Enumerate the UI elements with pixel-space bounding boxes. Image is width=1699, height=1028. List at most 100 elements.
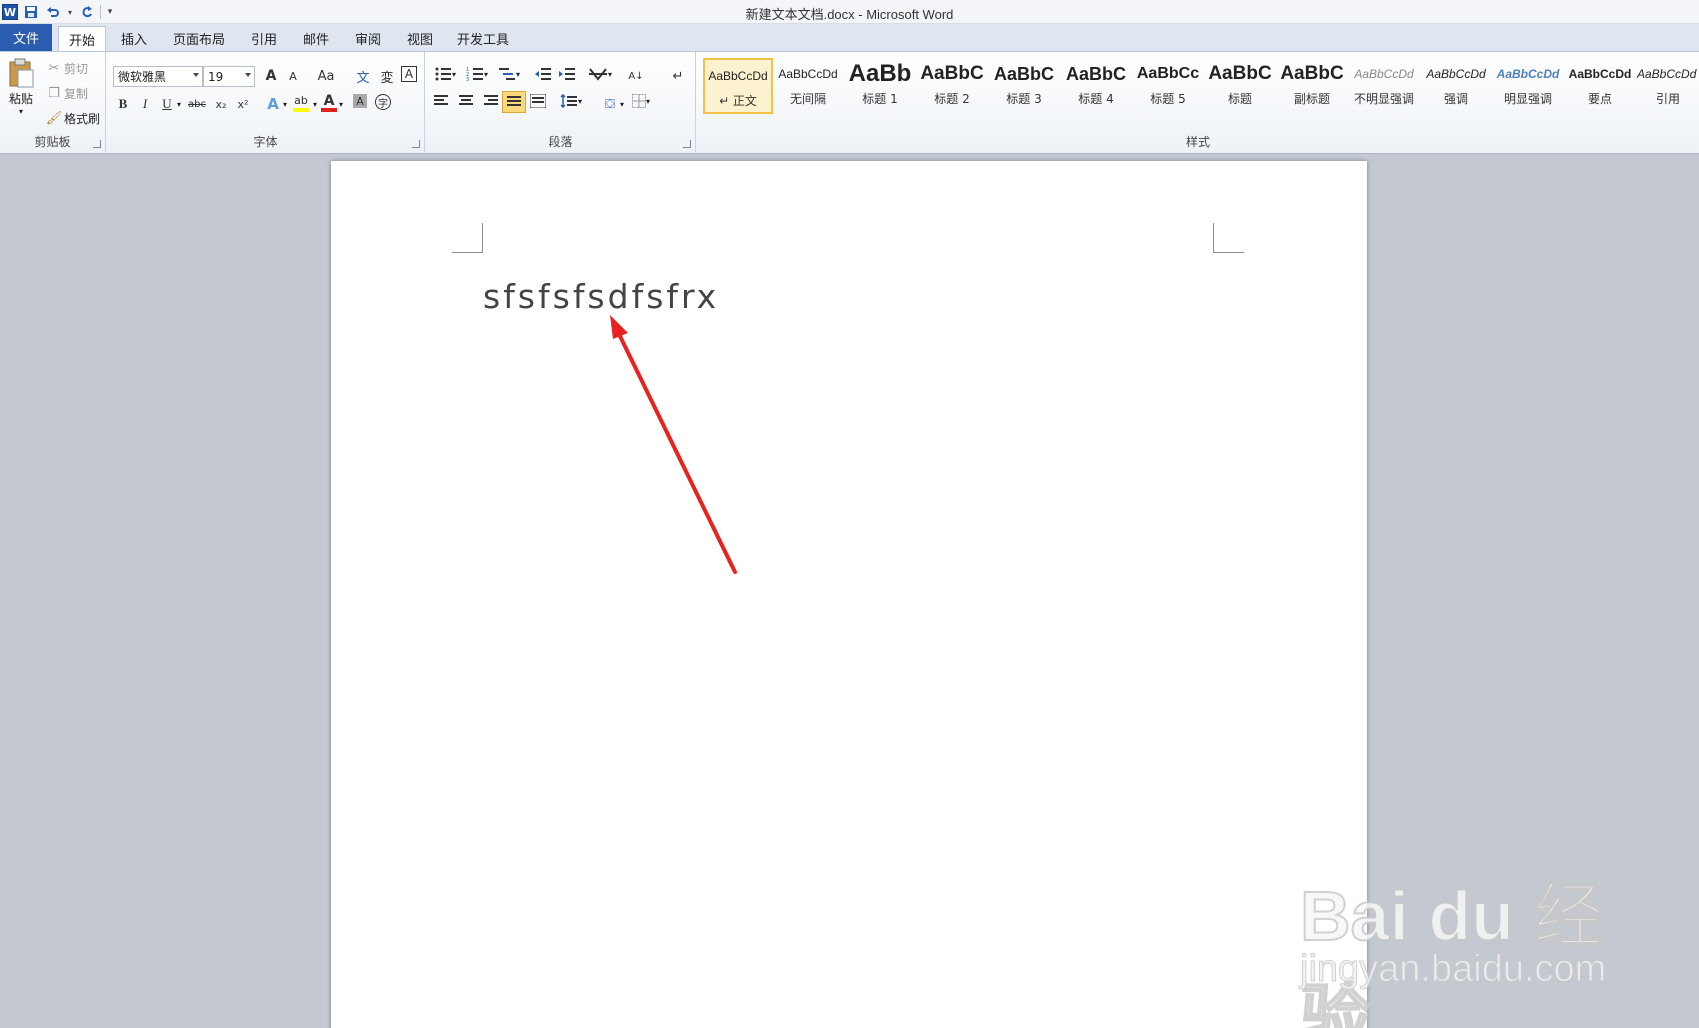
align-left-button[interactable] <box>434 94 450 108</box>
tab-insert[interactable]: 插入 <box>111 26 157 51</box>
clipboard-launcher-icon[interactable] <box>93 140 101 148</box>
pilcrow-icon: ↵ <box>672 68 684 84</box>
italic-button[interactable]: I <box>135 94 155 114</box>
align-center-button[interactable] <box>458 94 474 108</box>
style-name: 引用 <box>1655 92 1680 106</box>
decrease-indent-icon <box>535 68 551 80</box>
character-border-button[interactable]: A <box>401 66 417 82</box>
clipboard-group: 粘贴 ▾ ✂ 剪切 ❐ 复制 🖌 格式刷 剪贴板 <box>0 52 106 152</box>
style-quote[interactable]: AaBbCcDd 引用 <box>1637 58 1699 114</box>
superscript-button[interactable]: x² <box>233 94 253 114</box>
chinese-layout-button[interactable]: ▾ <box>588 66 612 82</box>
sort-button[interactable]: A↓ <box>626 66 646 86</box>
font-size-combo[interactable]: 19 <box>203 66 255 87</box>
tab-file[interactable]: 文件 <box>0 24 52 51</box>
style-name: 标题 5 <box>1150 92 1186 106</box>
style-subtle-emphasis[interactable]: AaBbCcDd 不明显强调 <box>1349 58 1419 114</box>
show-marks-button[interactable]: ↵ <box>668 66 688 86</box>
font-color-button[interactable]: A <box>321 94 337 112</box>
character-shading-button[interactable]: A <box>353 94 367 108</box>
align-left-icon <box>434 95 448 105</box>
chinese-layout-icon <box>589 68 607 81</box>
highlight-button[interactable]: ab <box>293 94 309 112</box>
font-color-icon: A <box>323 93 335 109</box>
style-sample: AaBbC <box>993 63 1054 84</box>
style-name: 标题 2 <box>934 92 970 106</box>
borders-icon <box>632 94 646 108</box>
shrink-font-button[interactable]: A <box>283 66 303 86</box>
bullets-button[interactable]: ▾ <box>434 66 456 82</box>
tab-review[interactable]: 审阅 <box>345 26 391 51</box>
phonetic-guide-button[interactable]: 文 <box>353 66 373 86</box>
style-heading-4[interactable]: AaBbC 标题 4 <box>1061 58 1131 114</box>
style-sample: AaBbCcDd <box>1568 67 1632 81</box>
border-a-icon: A <box>401 66 417 82</box>
strikethrough-button[interactable]: abc <box>185 94 209 114</box>
font-group: 微软雅黑 19 A A Aa 文 変 A B I U ▾ abc x₂ x² A ▾… <box>107 52 425 152</box>
style-subtitle[interactable]: AaBbC 副标题 <box>1277 58 1347 114</box>
subscript-icon: x₂ <box>215 97 227 111</box>
style-no-spacing[interactable]: AaBbCcDd 无间隔 <box>773 58 843 114</box>
shading-a-icon: A <box>353 94 367 108</box>
style-name: 明显强调 <box>1503 92 1552 106</box>
style-name: 副标题 <box>1293 92 1330 106</box>
style-intense-emphasis[interactable]: AaBbCcDd 明显强调 <box>1493 58 1563 114</box>
font-launcher-icon[interactable] <box>412 140 420 148</box>
style-heading-5[interactable]: AaBbCc 标题 5 <box>1133 58 1203 114</box>
align-right-button[interactable] <box>482 94 498 108</box>
style-sample: AaBbCc <box>1136 65 1200 82</box>
tab-references[interactable]: 引用 <box>241 26 287 51</box>
tab-developer[interactable]: 开发工具 <box>447 26 519 51</box>
increase-indent-icon <box>559 68 575 80</box>
encircle-button[interactable]: 変 <box>377 66 397 86</box>
underline-button[interactable]: U ▾ <box>157 94 181 114</box>
style-heading-1[interactable]: AaBb 标题 1 <box>845 58 915 114</box>
svg-text:3: 3 <box>466 77 469 82</box>
highlight-dropdown-icon[interactable]: ▾ <box>313 100 317 109</box>
text-effects-button[interactable]: A ▾ <box>263 94 287 114</box>
font-color-dropdown-icon[interactable]: ▾ <box>339 100 343 109</box>
tab-page-layout[interactable]: 页面布局 <box>163 26 235 51</box>
style-name: 标题 3 <box>1006 92 1042 106</box>
line-spacing-button[interactable]: ▾ <box>560 94 582 108</box>
paste-button[interactable]: 粘贴 ▾ <box>6 58 36 118</box>
style-name: 标题 <box>1227 92 1252 106</box>
format-painter-button[interactable]: 🖌 格式刷 <box>44 108 100 128</box>
decrease-indent-button[interactable] <box>534 66 552 82</box>
cut-button[interactable]: ✂ 剪切 <box>44 58 88 78</box>
multilevel-list-button[interactable]: ▾ <box>498 66 520 82</box>
justify-button[interactable] <box>502 91 526 113</box>
phonetic-icon: 文 <box>356 70 370 86</box>
align-center-icon <box>459 95 473 105</box>
style-normal[interactable]: AaBbCcDd ↵ 正文 <box>703 58 773 114</box>
font-size-value: 19 <box>208 69 224 84</box>
distributed-icon <box>530 94 546 108</box>
change-case-button[interactable]: Aa <box>313 66 339 86</box>
style-strong[interactable]: AaBbCcDd 要点 <box>1565 58 1635 114</box>
increase-indent-button[interactable] <box>558 66 576 82</box>
copy-button[interactable]: ❐ 复制 <box>44 83 88 103</box>
paragraph-launcher-icon[interactable] <box>683 140 691 148</box>
enclose-characters-button[interactable]: 字 <box>375 94 391 110</box>
grow-font-button[interactable]: A <box>261 66 281 86</box>
subscript-button[interactable]: x₂ <box>211 94 231 114</box>
style-heading-2[interactable]: AaBbC 标题 2 <box>917 58 987 114</box>
shading-button[interactable]: ⛋ ▾ <box>600 94 624 114</box>
tab-home[interactable]: 开始 <box>58 26 107 51</box>
style-title[interactable]: AaBbC 标题 <box>1205 58 1275 114</box>
distributed-button[interactable] <box>530 94 546 108</box>
style-sample: AaBbCcDd <box>1426 67 1486 81</box>
style-name: 不明显强调 <box>1353 92 1414 106</box>
ribbon: 粘贴 ▾ ✂ 剪切 ❐ 复制 🖌 格式刷 剪贴板 微软雅黑 19 A A Aa … <box>0 51 1699 154</box>
borders-button[interactable]: ▾ <box>632 94 650 108</box>
watermark-url: jingyan.baidu.com <box>1299 948 1607 991</box>
tab-mailings[interactable]: 邮件 <box>293 26 339 51</box>
font-name-combo[interactable]: 微软雅黑 <box>113 66 203 87</box>
style-sample: AaBbC <box>920 63 984 84</box>
numbering-button[interactable]: 1 2 3 ▾ <box>466 66 488 82</box>
paste-dropdown-icon: ▾ <box>18 107 23 116</box>
bold-button[interactable]: B <box>113 94 133 114</box>
tab-view[interactable]: 视图 <box>397 26 443 51</box>
style-heading-3[interactable]: AaBbC 标题 3 <box>989 58 1059 114</box>
style-emphasis[interactable]: AaBbCcDd 强调 <box>1421 58 1491 114</box>
